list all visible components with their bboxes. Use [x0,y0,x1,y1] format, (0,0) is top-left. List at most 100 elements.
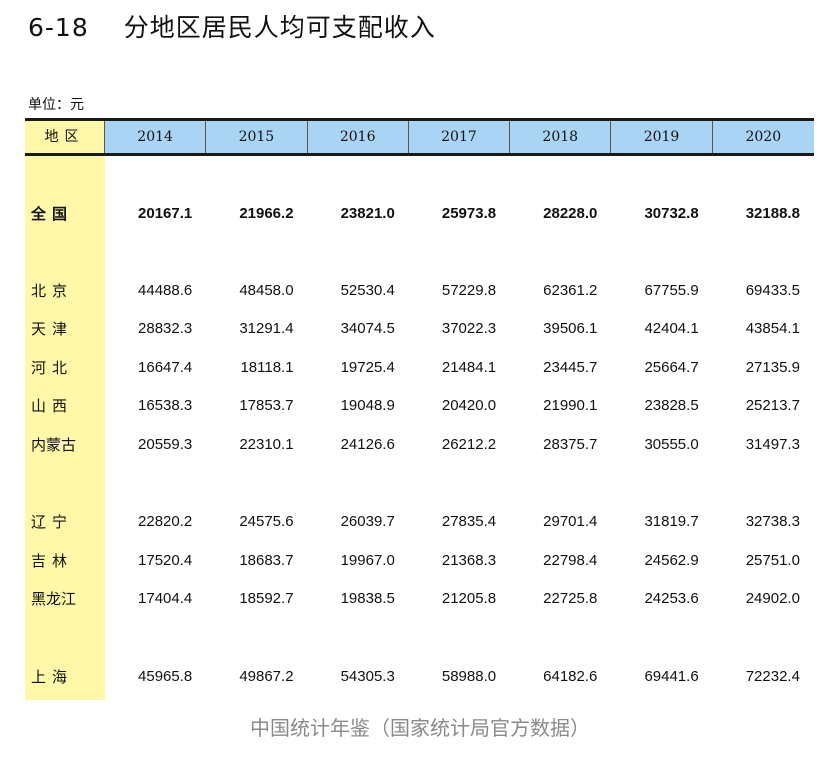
income-value: 18683.7 [239,551,294,569]
income-value: 58988.0 [441,667,497,685]
region-name: 全国 [31,204,74,223]
income-value: 20559.3 [138,435,193,453]
year-header: 2015 [206,121,308,153]
income-value: 23828.5 [644,396,699,414]
region-name: 河北 [31,358,74,377]
income-value: 49867.2 [239,667,294,685]
table-row: 黑龙江 17404.4 18592.7 19838.5 21205.8 2272… [25,583,814,613]
income-value: 17520.4 [138,551,193,569]
income-value: 25213.7 [745,396,800,414]
income-value: 28228.0 [543,204,598,222]
page-title: 6-18 分地区居民人均可支配收入 [28,8,436,44]
income-value: 23445.7 [543,358,598,376]
income-value: 19967.0 [340,551,395,569]
table-number: 6-18 [28,13,89,42]
table-row: 辽宁 22820.2 24575.6 26039.7 27835.4 29701… [25,506,814,536]
income-value: 31497.3 [745,435,800,453]
income-value: 26212.2 [441,435,497,453]
unit-label: 单位：元 [28,97,84,113]
table-row: 天津 28832.3 31291.4 34074.5 37022.3 39506… [25,313,814,343]
income-value: 19048.9 [340,396,395,414]
table-row: 内蒙古 20559.3 22310.1 24126.6 26212.2 2837… [25,429,814,459]
year-header: 2014 [104,121,207,153]
income-value: 27135.9 [745,358,800,376]
source-caption: 中国统计年鉴（国家统计局官方数据） [250,716,590,740]
region-name: 上海 [31,667,74,686]
income-value: 67755.9 [644,281,699,299]
region-column-bg [25,156,105,700]
income-value: 30555.0 [644,435,699,453]
income-value: 62361.2 [543,281,598,299]
income-value: 42404.1 [644,319,699,337]
region-name: 山西 [31,396,74,415]
income-value: 26039.7 [340,512,395,530]
income-value: 37022.3 [441,319,497,337]
income-value: 21966.2 [239,204,294,222]
income-value: 17404.4 [138,589,193,607]
income-value: 27835.4 [441,512,497,530]
table-row: 吉林 17520.4 18683.7 19967.0 21368.3 22798… [25,545,814,575]
region-header: 地区 [25,121,105,153]
year-header: 2016 [307,121,409,153]
income-value: 25751.0 [745,551,800,569]
table-row: 山西 16538.3 17853.7 19048.9 20420.0 21990… [25,390,814,420]
income-value: 31819.7 [644,512,699,530]
income-value: 22725.8 [543,589,598,607]
income-value: 43854.1 [745,319,800,337]
table-row: 上海 45965.8 49867.2 54305.3 58988.0 64182… [25,661,814,691]
region-name: 辽宁 [31,512,74,531]
income-value: 18118.1 [240,358,294,376]
income-value: 34074.5 [340,319,395,337]
table-row: 北京 44488.6 48458.0 52530.4 57229.8 62361… [25,275,814,305]
income-value: 25664.7 [644,358,699,376]
year-header: 2017 [408,121,511,153]
income-value: 69441.6 [644,667,699,685]
income-value: 54305.3 [340,667,395,685]
region-name: 吉林 [31,551,74,570]
income-value: 24562.9 [644,551,699,569]
income-table: 地区 2014 2015 2016 2017 2018 2019 2020 全国… [25,118,814,700]
income-value: 21205.8 [441,589,497,607]
income-value: 57229.8 [441,281,497,299]
income-value: 31291.4 [239,319,294,337]
income-value: 16647.4 [138,358,193,376]
income-value: 19725.4 [340,358,395,376]
income-value: 24902.0 [745,589,800,607]
income-value: 48458.0 [239,281,294,299]
income-value: 24575.6 [239,512,294,530]
year-header: 2020 [712,121,814,153]
income-value: 19838.5 [340,589,395,607]
region-name: 天津 [31,319,74,338]
table-title: 分地区居民人均可支配收入 [123,13,436,42]
income-value: 23821.0 [340,204,395,222]
income-value: 32738.3 [745,512,800,530]
income-value: 21484.1 [441,358,497,376]
income-value: 69433.5 [745,281,800,299]
income-value: 52530.4 [340,281,395,299]
year-header: 2018 [510,121,612,153]
income-value: 16538.3 [138,396,193,414]
income-value: 25973.8 [441,204,497,222]
income-value: 21990.1 [543,396,598,414]
income-value: 21368.3 [441,551,497,569]
income-value: 64182.6 [543,667,598,685]
income-value: 24126.6 [340,435,395,453]
table-row: 河北 16647.4 18118.1 19725.4 21484.1 23445… [25,352,814,382]
income-value: 44488.6 [138,281,193,299]
income-value: 22310.1 [239,435,294,453]
year-header: 2019 [611,121,713,153]
income-value: 45965.8 [138,667,193,685]
income-value: 39506.1 [543,319,598,337]
income-value: 29701.4 [543,512,598,530]
income-value: 24253.6 [644,589,699,607]
table-header: 地区 2014 2015 2016 2017 2018 2019 2020 [25,118,814,156]
income-value: 17853.7 [239,396,294,414]
income-value: 28375.7 [543,435,598,453]
region-name: 黑龙江 [31,589,77,608]
region-name: 北京 [31,281,74,300]
income-value: 18592.7 [239,589,294,607]
income-value: 72232.4 [745,667,800,685]
income-value: 28832.3 [138,319,193,337]
income-value: 30732.8 [644,204,699,222]
income-value: 20167.1 [138,204,193,222]
